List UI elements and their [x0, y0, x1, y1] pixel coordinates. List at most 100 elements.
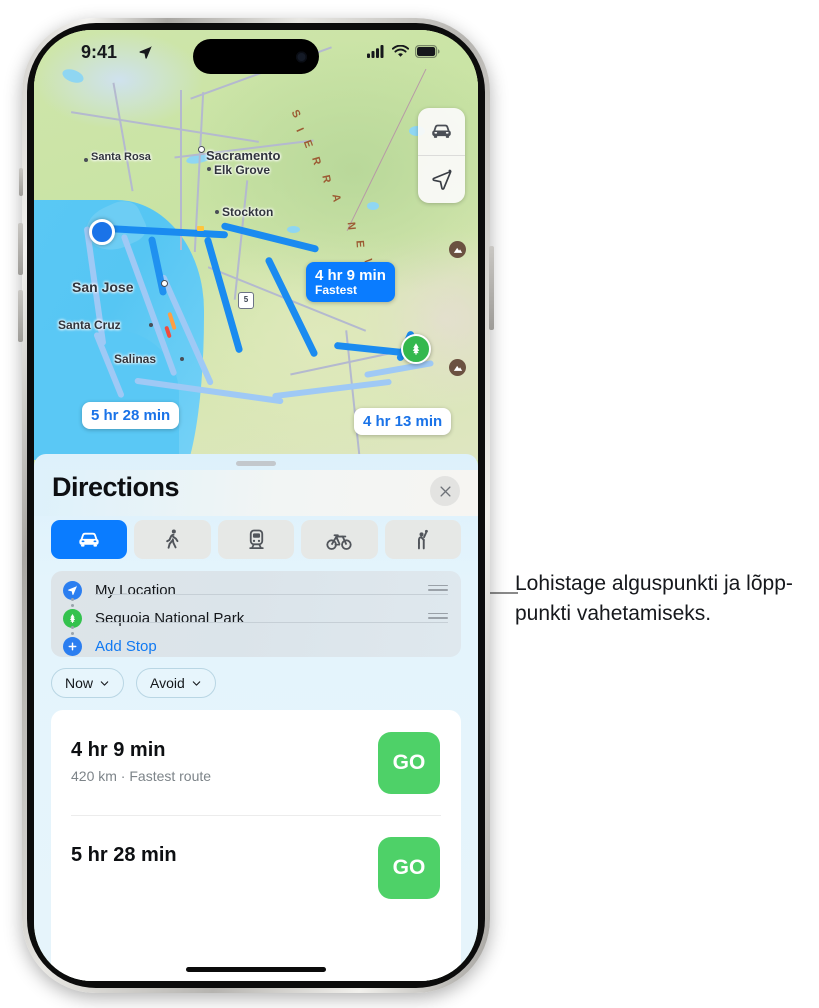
drag-handle-origin[interactable] — [428, 582, 448, 599]
destination-park-pin[interactable] — [401, 334, 431, 364]
mountain-icon — [453, 365, 462, 371]
power-button[interactable] — [489, 246, 494, 330]
map-label-santa-cruz: Santa Cruz — [58, 318, 121, 332]
mountain-badge[interactable] — [449, 359, 466, 376]
map-view[interactable]: 5 5 S I E R R A N E V Santa Rosa Sacrame… — [34, 30, 478, 460]
chevron-down-icon — [100, 680, 109, 686]
map-road — [180, 90, 182, 250]
route-bubble-time: 5 hr 28 min — [91, 407, 171, 424]
page-title: Directions — [52, 472, 180, 502]
chevron-down-icon — [192, 680, 201, 686]
go-button[interactable]: GO — [378, 837, 440, 899]
map-label-salinas: Salinas — [114, 352, 157, 366]
mute-switch[interactable] — [19, 168, 23, 196]
location-arrow-icon — [138, 45, 153, 65]
directions-sheet: Directions My Location Sequoia National … — [34, 454, 478, 981]
home-indicator[interactable] — [186, 967, 326, 972]
mode-transit[interactable] — [217, 520, 295, 559]
front-camera — [296, 51, 307, 62]
map-lake — [367, 202, 379, 210]
route-duration: 5 hr 28 min — [71, 844, 177, 866]
navigation-arrow-icon — [431, 169, 452, 190]
route-result-row[interactable]: 5 hr 28 min GO — [51, 815, 461, 920]
map-traffic-slow — [197, 226, 204, 231]
route-result-row[interactable]: 4 hr 9 min 420 km · Fastest route GO — [51, 710, 461, 815]
map-city-dot — [207, 167, 211, 171]
route-bubble-fastest[interactable]: 4 hr 9 min Fastest — [306, 262, 395, 302]
locate-me-button[interactable] — [418, 156, 465, 203]
route-divider — [95, 594, 448, 595]
departure-time-chip[interactable]: Now — [51, 668, 125, 698]
route-duration: 4 hr 9 min — [71, 739, 166, 761]
map-label-elk-grove: Elk Grove — [214, 163, 271, 177]
iphone-device: 5 5 S I E R R A N E V Santa Rosa Sacrame… — [18, 18, 494, 993]
car-icon — [79, 532, 99, 547]
route-point-origin[interactable]: My Location — [51, 576, 461, 604]
mode-cycle[interactable] — [301, 520, 378, 559]
mountain-badge[interactable] — [449, 241, 466, 258]
close-button[interactable] — [430, 476, 460, 506]
map-controls — [418, 108, 465, 203]
map-label-san-jose: San Jose — [72, 279, 134, 295]
route-bubble-time: 4 hr 13 min — [363, 413, 443, 430]
mode-drive[interactable] — [51, 520, 128, 559]
map-city-dot — [161, 280, 168, 287]
map-city-dot — [215, 210, 219, 214]
route-divider — [95, 622, 448, 623]
route-point-add-stop[interactable]: Add Stop — [51, 632, 461, 660]
avoid-label: Avoid — [150, 675, 185, 691]
route-filters: Now Avoid — [51, 668, 216, 698]
callout-text: Lohistage alguspunkti ja lõpp-punkti vah… — [515, 572, 793, 625]
map-label-stockton: Stockton — [222, 205, 274, 219]
device-screen: 5 5 S I E R R A N E V Santa Rosa Sacrame… — [34, 30, 478, 981]
map-ocean-lower — [34, 330, 179, 460]
route-results-list: 4 hr 9 min 420 km · Fastest route GO 5 h… — [51, 710, 461, 981]
train-icon — [248, 529, 264, 549]
highway-shield-5: 5 — [238, 292, 254, 309]
car-icon — [432, 124, 451, 138]
route-bubble-time: 4 hr 9 min — [315, 267, 386, 284]
drag-handle-destination[interactable] — [428, 610, 448, 627]
drive-mode-button[interactable] — [418, 108, 465, 155]
map-city-dot — [84, 158, 88, 162]
route-meta: 420 km · Fastest route — [71, 768, 212, 784]
route-point-destination-label: Sequoia National Park — [95, 609, 245, 627]
add-stop-label: Add Stop — [95, 637, 157, 655]
callout-annotation: Lohistage alguspunkti ja lõpp-punkti vah… — [515, 569, 815, 629]
walk-icon — [166, 529, 179, 549]
status-bar: 9:41 — [34, 30, 478, 80]
dynamic-island — [193, 39, 319, 74]
rideshare-icon — [418, 529, 429, 550]
volume-up-button[interactable] — [18, 223, 23, 275]
route-point-origin-label: My Location — [95, 581, 176, 599]
status-indicators — [367, 45, 440, 58]
volume-down-button[interactable] — [18, 290, 23, 342]
route-bubble-sub: Fastest — [315, 283, 358, 297]
route-point-destination[interactable]: Sequoia National Park — [51, 604, 461, 632]
current-location-dot[interactable] — [89, 219, 115, 245]
mode-rideshare[interactable] — [384, 520, 462, 559]
card-divider — [71, 815, 441, 816]
route-bubble-alt-2[interactable]: 4 hr 13 min — [354, 408, 452, 435]
route-bubble-alt-1[interactable]: 5 hr 28 min — [82, 402, 180, 429]
map-city-dot — [149, 323, 153, 327]
wifi-icon — [392, 45, 409, 57]
go-button[interactable]: GO — [378, 732, 440, 794]
map-city-dot — [180, 357, 184, 361]
map-lake — [287, 226, 300, 233]
map-city-dot — [198, 146, 205, 153]
map-label-santa-rosa: Santa Rosa — [91, 151, 151, 163]
sheet-grabber[interactable] — [236, 461, 276, 466]
mode-walk[interactable] — [134, 520, 211, 559]
mountain-icon — [453, 247, 462, 253]
battery-full-icon — [415, 45, 440, 58]
park-tree-icon — [412, 343, 420, 355]
status-time: 9:41 — [81, 42, 118, 62]
plus-icon — [63, 636, 82, 656]
avoid-chip[interactable]: Avoid — [136, 668, 216, 698]
bicycle-icon — [326, 533, 353, 550]
map-label-sacramento: Sacramento — [206, 148, 281, 163]
departure-time-label: Now — [65, 675, 94, 691]
transport-mode-tabs — [51, 520, 462, 559]
cellular-bars-icon — [367, 45, 384, 58]
